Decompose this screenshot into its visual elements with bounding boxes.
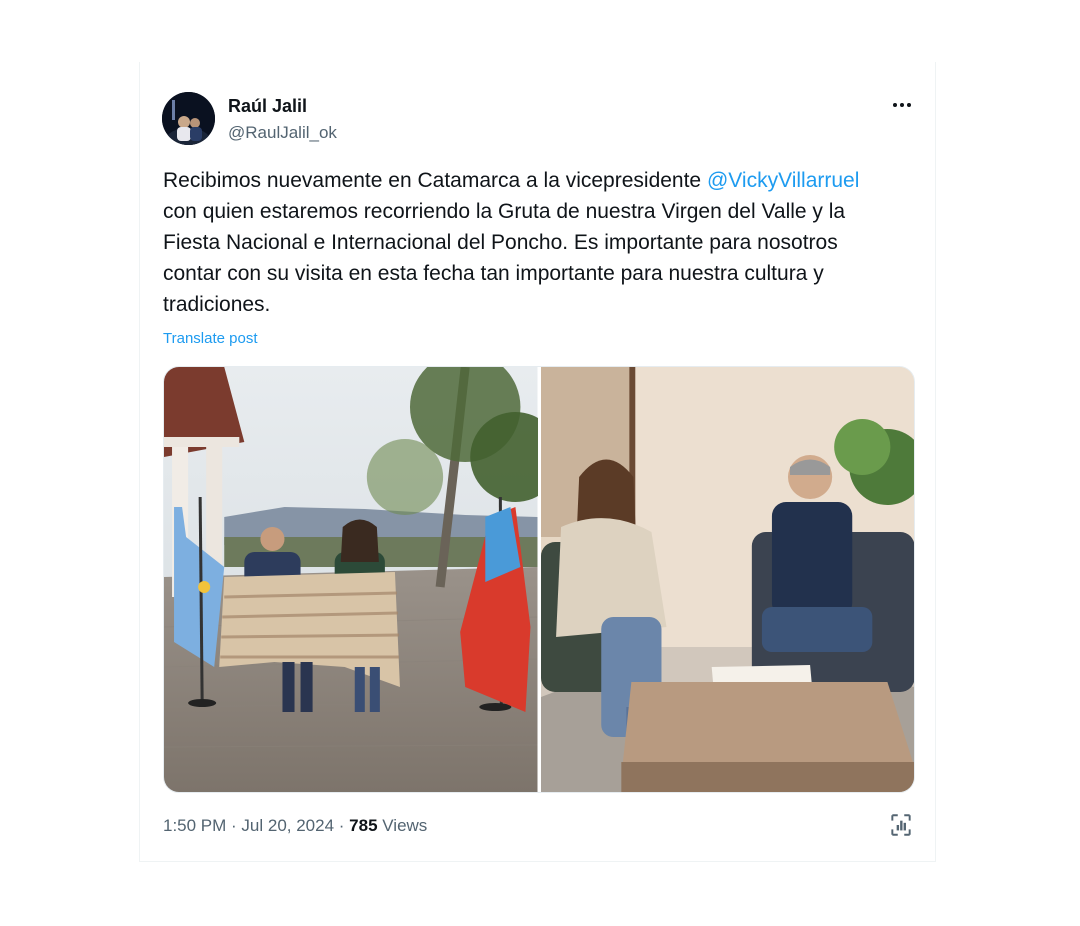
author-handle[interactable]: @RaulJalil_ok: [228, 123, 337, 143]
media-gallery: [163, 366, 915, 793]
avatar-image: [162, 92, 215, 145]
translate-post-link[interactable]: Translate post: [163, 330, 258, 347]
analytics-icon: [891, 814, 911, 836]
more-horizontal-icon-dot: [900, 103, 904, 107]
avatar[interactable]: [162, 92, 215, 145]
post-text-intro: Recibimos nuevamente en Catamarca a la v…: [163, 169, 707, 192]
more-horizontal-icon: [893, 103, 897, 107]
views-count: 785: [349, 816, 378, 835]
photo-indoor-image: [540, 367, 914, 792]
tweet-card: Raúl Jalil @RaulJalil_ok Recibimos nueva…: [139, 62, 936, 862]
post-metadata: 1:50 PM · Jul 20, 2024 · 785 Views: [163, 816, 427, 836]
views-label: Views: [377, 816, 428, 835]
more-options-button[interactable]: [884, 92, 920, 118]
mention-link[interactable]: @VickyVillarruel: [707, 169, 859, 192]
post-text-body: con quien estaremos recorriendo la Gruta…: [163, 200, 846, 316]
meta-separator-2: ·: [334, 816, 350, 835]
post-date[interactable]: Jul 20, 2024: [241, 816, 334, 835]
photo-indoor[interactable]: [540, 367, 914, 792]
photo-outdoor[interactable]: [164, 367, 538, 792]
analytics-button[interactable]: [888, 812, 914, 838]
post-time[interactable]: 1:50 PM: [163, 816, 226, 835]
meta-separator: ·: [226, 816, 242, 835]
photo-outdoor-image: [164, 367, 538, 792]
post-text: Recibimos nuevamente en Catamarca a la v…: [163, 165, 903, 320]
author-name[interactable]: Raúl Jalil: [228, 96, 307, 117]
more-horizontal-icon-dot: [907, 103, 911, 107]
